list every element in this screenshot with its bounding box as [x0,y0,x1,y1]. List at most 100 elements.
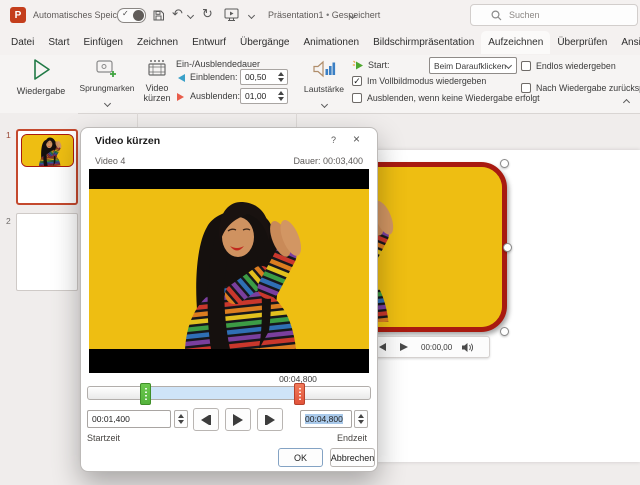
next-frame-icon [267,414,276,425]
media-volume-icon[interactable] [461,342,474,353]
media-play-icon[interactable] [400,343,408,351]
end-time-input[interactable]: 00:04,800 [300,410,352,428]
volume-label: Lautstärke [303,84,345,94]
search-placeholder: Suchen [509,10,540,20]
trim-end-marker[interactable] [294,383,305,405]
tab-start[interactable]: Start [41,31,76,54]
trim-video-icon [148,60,166,76]
tab-einfuegen[interactable]: Einfügen [76,31,129,54]
slide-1-thumbnail[interactable] [16,129,78,205]
redo-icon[interactable]: ↻ [202,6,213,22]
collapse-ribbon-icon[interactable] [622,98,631,107]
unchecked-checkbox-icon [521,61,531,71]
start-time-label: Startzeit [87,433,121,443]
ok-button[interactable]: OK [278,448,323,467]
unchecked-checkbox-icon [521,83,531,93]
fade-out-icon [177,93,184,101]
autosave-toggle[interactable]: ✓ [117,8,146,23]
play-button[interactable] [225,408,251,431]
end-time-label: Endzeit [336,433,367,443]
undo-dropdown-chevron-icon[interactable] [186,11,195,20]
start-presentation-icon[interactable] [224,8,239,22]
hide-when-idle-checkbox[interactable]: Ausblenden, wenn keine Wiedergabe erfolg… [352,93,540,103]
volume-icon [313,60,336,78]
fade-out-up-icon[interactable] [278,91,284,95]
tab-uebergaenge[interactable]: Übergänge [233,31,296,54]
tab-ansicht[interactable]: Ansicht [614,31,640,54]
tab-aufzeichnen[interactable]: Aufzeichnen [481,31,551,54]
document-title[interactable]: Präsentation1 • Gespeichert [268,10,380,20]
slide-2-thumbnail[interactable] [16,213,78,291]
media-time: 00:00,00 [421,342,453,352]
ribbon: Wiedergabe Vorschau Sprungmarken Videokü… [0,55,640,165]
dialog-close-icon[interactable]: × [353,132,360,146]
play-preview-button[interactable]: Wiedergabe [12,57,70,99]
volume-button[interactable]: Lautstärke [300,57,348,109]
fade-in-down-icon[interactable] [278,78,284,82]
save-icon[interactable] [152,9,165,22]
bookmark-add-icon [96,60,116,77]
fade-in-input[interactable]: 00,50 [240,69,288,85]
fade-in-icon [178,74,185,82]
slide-1-video-thumb [21,134,74,167]
resize-handle-right[interactable] [503,243,512,252]
previous-frame-bar-icon [208,414,212,425]
cancel-button[interactable]: Abbrechen [330,448,375,467]
play-preview-label: Wiedergabe [16,86,66,96]
bookmarks-button[interactable]: Sprungmarken [79,57,135,108]
media-back-icon[interactable] [379,343,386,351]
tab-entwurf[interactable]: Entwurf [185,31,233,54]
trim-start-marker[interactable] [140,383,151,405]
volume-chevron-icon [320,100,328,109]
fade-in-label: Einblenden: [190,72,238,82]
tab-animationen[interactable]: Animationen [297,31,367,54]
title-bar: P Automatisches Speichern ✓ ↶ ↻ Präsenta… [0,0,640,30]
resize-handle-bottom-right[interactable] [500,327,509,336]
unchecked-checkbox-icon [352,93,362,103]
slide-2-number: 2 [6,216,11,226]
checked-checkbox-icon: ✓ [352,75,362,86]
fade-out-input[interactable]: 01,00 [240,88,288,104]
powerpoint-logo-icon: P [10,7,26,23]
fade-in-up-icon[interactable] [278,72,284,76]
fade-out-down-icon[interactable] [278,97,284,101]
start-dropdown[interactable]: Beim Daraufklicken [429,57,517,74]
play-triangle-icon [233,413,243,426]
bookmarks-chevron-icon [103,99,111,108]
tab-datei[interactable]: Datei [4,31,41,54]
undo-icon[interactable]: ↶ [172,6,183,22]
trim-video-dialog: Video kürzen ? × Video 4 Dauer: 00:03,40… [80,127,378,472]
dialog-help-icon[interactable]: ? [331,135,336,145]
dialog-video-preview [89,169,369,373]
dialog-title: Video kürzen [95,135,161,147]
search-input[interactable]: Suchen [470,4,638,26]
rewind-checkbox[interactable]: Nach Wiedergabe zurückspulen [521,83,640,93]
menu-bar: Datei Start Einfügen Zeichnen Entwurf Üb… [0,30,640,55]
play-icon [34,59,50,80]
tab-bildschirmpraesentation[interactable]: Bildschirmpräsentation [366,31,481,54]
ribbon-options-chevron-icon[interactable] [247,11,256,20]
trim-video-button[interactable]: Video kürzen [140,57,174,105]
next-frame-button[interactable] [257,408,283,431]
fade-out-label: Ausblenden: [190,91,241,101]
tab-zeichnen[interactable]: Zeichnen [130,31,185,54]
resize-handle-top-right[interactable] [500,159,509,168]
loop-checkbox[interactable]: Endlos wiedergeben [521,61,616,71]
start-time-spinner[interactable] [174,410,188,428]
fade-section-title: Ein-/Ausblendedauer [176,59,261,69]
fullscreen-checkbox[interactable]: ✓ Im Vollbildmodus wiedergeben [352,76,486,86]
check-icon: ✓ [122,9,129,18]
start-time-input[interactable]: 00:01,400 [87,410,171,428]
search-icon [491,9,502,20]
trim-selected-range[interactable] [148,387,301,399]
dialog-duration: Dauer: 00:03,400 [293,156,363,166]
trim-timeline[interactable] [87,386,371,400]
dialog-video-name: Video 4 [95,156,126,166]
slide-1-number: 1 [6,130,11,140]
tab-ueberpruefen[interactable]: Überprüfen [550,31,614,54]
start-label: Start: [368,60,390,70]
bookmarks-label: Sprungmarken [79,83,135,93]
previous-frame-button[interactable] [193,408,219,431]
end-time-spinner[interactable] [354,410,368,428]
trim-video-label: Video kürzen [143,83,171,103]
